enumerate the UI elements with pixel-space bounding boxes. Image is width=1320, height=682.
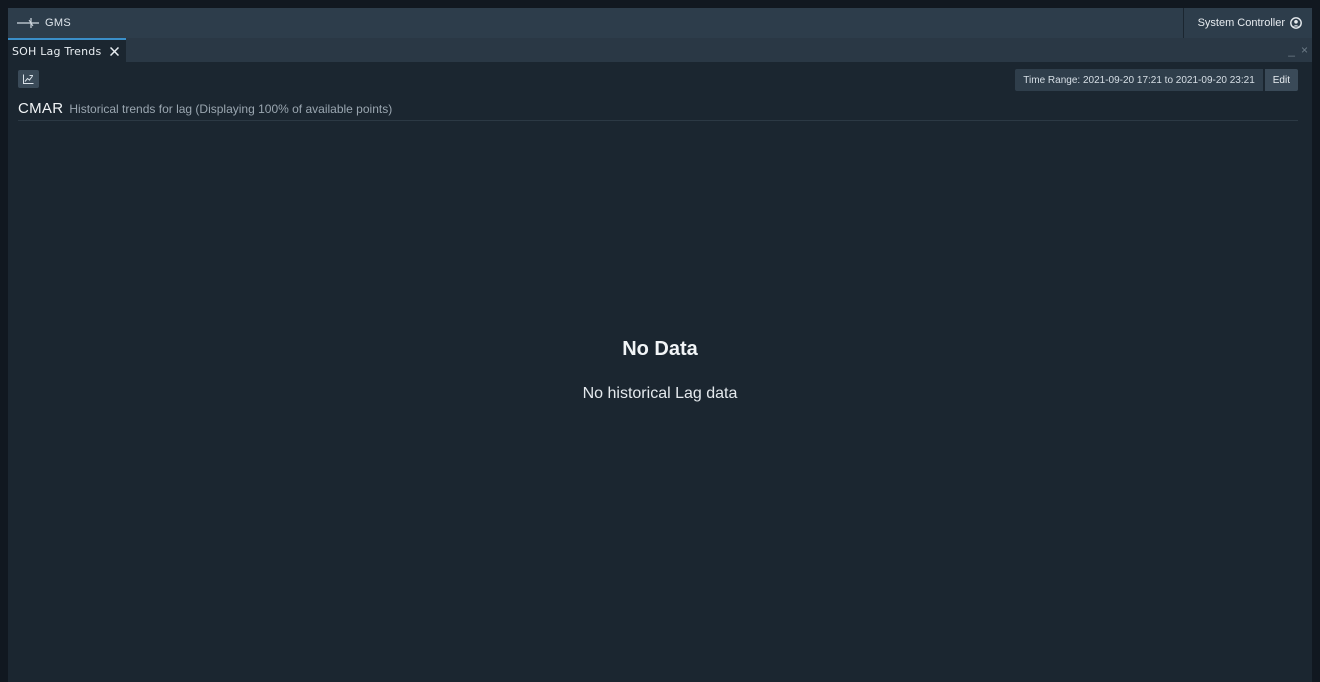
tab-strip: SOH Lag Trends _ × [8, 38, 1312, 62]
header-divider [18, 120, 1298, 121]
app-title: GMS [45, 17, 71, 29]
empty-state-message: No historical Lag data [582, 385, 738, 402]
time-range-label: Time Range: 2021-09-20 17:21 to 2021-09-… [1015, 69, 1263, 91]
user-icon [1290, 17, 1302, 29]
tab-label: SOH Lag Trends [12, 44, 102, 58]
chart-options-button[interactable] [18, 70, 39, 88]
app-window: GMS System Controller SOH Lag Trends _ ×… [8, 8, 1312, 682]
panel-heading: CMAR Historical trends for lag (Displayi… [18, 100, 392, 117]
empty-state-title: No Data [622, 338, 698, 360]
panel-subtitle: Historical trends for lag (Displaying 10… [69, 102, 393, 116]
window-controls: _ × [1288, 38, 1312, 62]
app-logo[interactable]: GMS [8, 8, 71, 38]
time-range-control: Time Range: 2021-09-20 17:21 to 2021-09-… [1015, 69, 1298, 91]
edit-time-range-button[interactable]: Edit [1264, 69, 1298, 91]
app-top-bar: GMS System Controller [8, 8, 1312, 38]
empty-state: No Data No historical Lag data [8, 338, 1312, 403]
user-label: System Controller [1197, 17, 1285, 29]
gms-logo-icon [17, 18, 39, 28]
chart-icon [23, 74, 34, 84]
user-menu[interactable]: System Controller [1182, 8, 1312, 38]
station-name: CMAR [18, 100, 64, 117]
minimize-button[interactable]: _ [1288, 43, 1295, 57]
tab-soh-lag-trends[interactable]: SOH Lag Trends [8, 38, 127, 62]
close-panel-button[interactable]: × [1301, 43, 1308, 57]
close-icon[interactable] [110, 46, 120, 56]
